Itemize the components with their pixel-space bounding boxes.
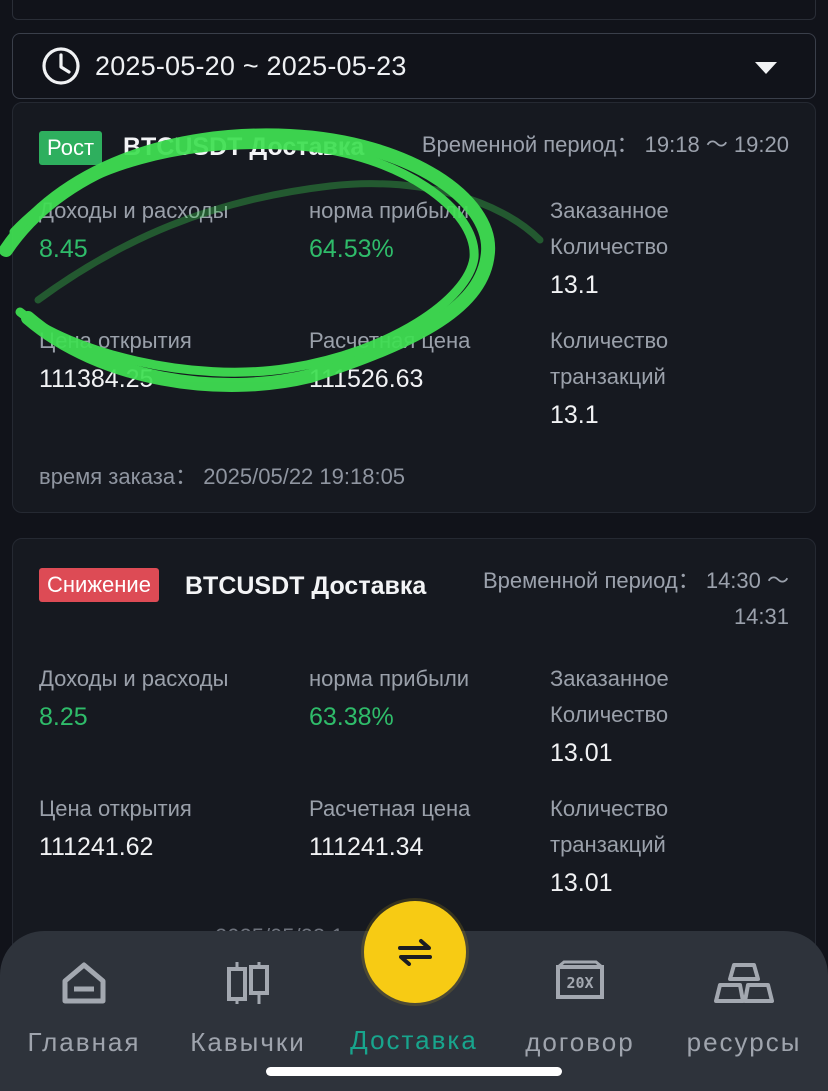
ordered-quantity-label-2: Количество [550, 702, 669, 727]
home-icon [62, 962, 106, 1004]
caret-down-icon[interactable] [755, 62, 777, 74]
transaction-quantity-value: 13.1 [550, 401, 599, 429]
time-period: Временной период： 14:30 ～ 14:31 [449, 563, 789, 635]
order-title: BTCUSDT Доставка [123, 133, 365, 161]
settlement-price-label: Расчетная цена [309, 328, 471, 353]
open-price-value: 111241.62 [39, 833, 154, 861]
time-period-value-end: 14:31 [733, 604, 789, 629]
time-period-value: 19:18 ～ 19:20 [644, 132, 789, 157]
transaction-quantity-label-2: транзакций [550, 364, 666, 389]
ordered-quantity-value: 13.1 [550, 271, 599, 299]
date-range-filter[interactable]: 2025-05-20 ~ 2025-05-23 [12, 33, 816, 99]
nav-label: Доставка [350, 1025, 478, 1055]
nav-item-resources[interactable]: ресурсы [664, 931, 824, 1061]
ordered-quantity-label-2: Количество [550, 234, 669, 259]
candlestick-icon [227, 962, 269, 1004]
profit-rate-label: норма прибыли [309, 198, 470, 223]
swap-arrows-icon [398, 939, 432, 966]
time-period: Временной период： 19:18 ～ 19:20 [422, 127, 789, 163]
ordered-quantity-label: Заказанное [550, 666, 669, 691]
settlement-price-label: Расчетная цена [309, 796, 471, 821]
nav-label: ресурсы [686, 1027, 802, 1057]
order-card[interactable]: Снижение BTCUSDT Доставка Временной пери… [12, 538, 816, 958]
nav-label: Главная [27, 1027, 141, 1057]
transaction-quantity-label: Количество [550, 796, 669, 821]
direction-badge-up: Рост [39, 131, 103, 165]
svg-text:20X: 20X [566, 974, 593, 992]
transaction-quantity-label-2: транзакций [550, 832, 666, 857]
gold-bars-icon [714, 963, 774, 1003]
nav-item-home[interactable]: Главная [4, 931, 164, 1061]
income-label: Доходы и расходы [39, 666, 229, 691]
open-price-label: Цена открытия [39, 796, 192, 821]
profit-rate-value: 64.53% [309, 235, 394, 263]
top-divider [12, 0, 816, 20]
nav-item-contract[interactable]: 20X договор [500, 931, 660, 1061]
order-time-label: время заказа： [39, 464, 198, 489]
income-value: 8.25 [39, 703, 88, 731]
date-range-text: 2025-05-20 ~ 2025-05-23 [95, 50, 407, 81]
home-indicator[interactable] [266, 1067, 562, 1076]
time-period-label: Временной период： [483, 568, 700, 593]
nav-label: Кавычки [190, 1027, 306, 1057]
direction-badge-down: Снижение [39, 568, 159, 602]
order-title: BTCUSDT Доставка [185, 572, 427, 600]
clock-icon [42, 47, 80, 85]
income-value: 8.45 [39, 235, 88, 263]
time-period-label: Временной период： [421, 132, 639, 157]
delivery-orders-screen: 2025-05-20 ~ 2025-05-23 Рост BTCUSDT Дос… [0, 0, 828, 1091]
profit-rate-label: норма прибыли [309, 666, 470, 691]
transaction-quantity-label: Количество [550, 328, 669, 353]
open-price-value: 111384.25 [39, 365, 154, 393]
ordered-quantity-label: Заказанное [550, 198, 669, 223]
transaction-quantity-value: 13.01 [550, 869, 613, 897]
time-period-value: 14:30 ～ [705, 568, 789, 593]
delivery-fab-button[interactable] [364, 901, 466, 1003]
nav-label: договор [525, 1027, 635, 1057]
settlement-price-value: 111241.34 [309, 833, 424, 861]
income-label: Доходы и расходы [39, 198, 229, 223]
ordered-quantity-value: 13.01 [550, 739, 613, 767]
profit-rate-value: 63.38% [309, 703, 394, 731]
settlement-price-value: 111526.63 [309, 365, 424, 393]
order-time-value: 2025/05/22 19:18:05 [203, 464, 406, 489]
order-card[interactable]: Рост BTCUSDT Доставка Временной период： … [12, 102, 816, 513]
open-price-label: Цена открытия [39, 328, 192, 353]
order-time: время заказа： 2025/05/22 19:18:05 [39, 459, 405, 491]
leverage-20x-icon: 20X [556, 960, 604, 999]
nav-item-quotes[interactable]: Кавычки [168, 931, 328, 1061]
